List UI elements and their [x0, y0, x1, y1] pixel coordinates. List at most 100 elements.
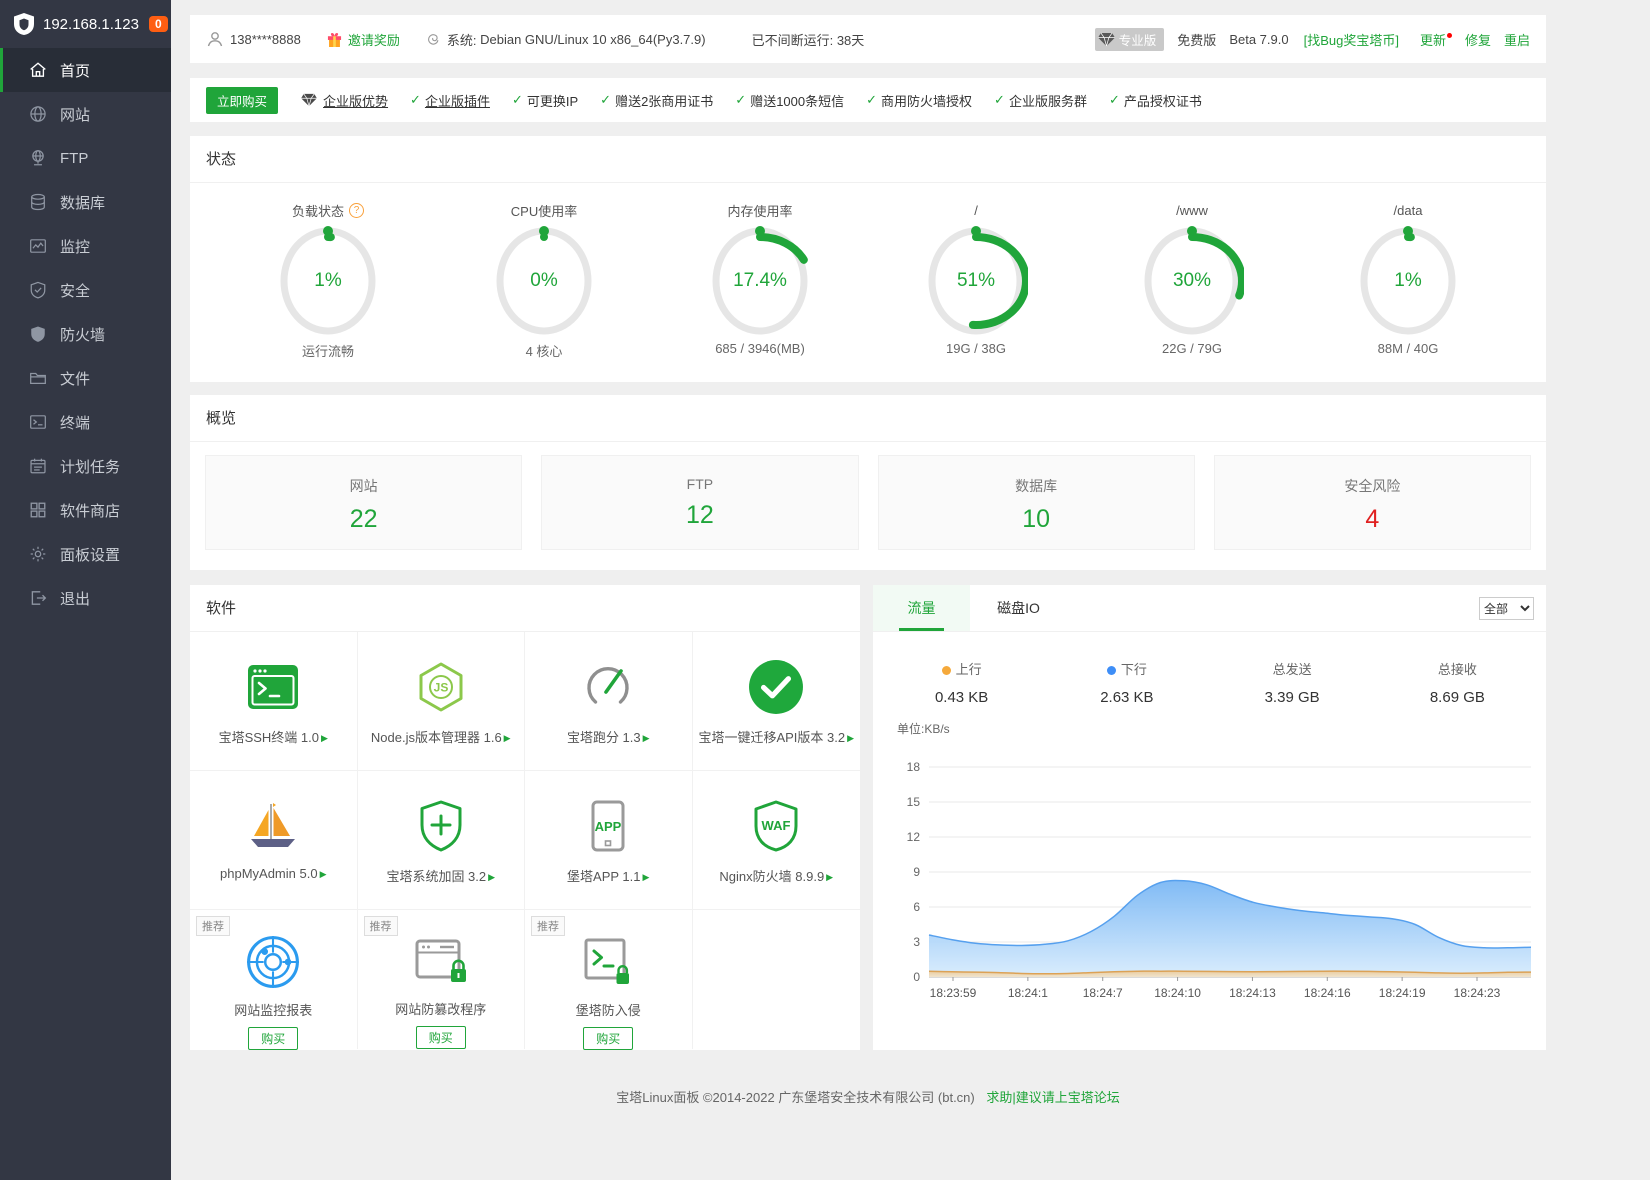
server-ip: 192.168.1.123 [43, 15, 139, 33]
intrusion-icon [582, 936, 634, 988]
software-item-label: 宝塔跑分 1.3 ▶ [566, 730, 650, 745]
overview-box-sites[interactable]: 网站 22 [205, 455, 523, 550]
sidebar-item-terminal[interactable]: 终端 [0, 400, 171, 444]
software-item-phpmyadmin[interactable]: phpMyAdmin 5.0 ▶ [190, 771, 358, 910]
play-icon: ▶ [503, 733, 511, 743]
shield-check-icon [29, 281, 47, 299]
check-icon: ✓ [410, 92, 421, 107]
sidebar-item-security[interactable]: 安全 [0, 268, 171, 312]
promo-feature: ✓ 赠送1000条短信 [735, 91, 844, 110]
software-item-nginx-waf[interactable]: WAF Nginx防火墙 8.9.9 ▶ [692, 771, 860, 910]
sidebar-item-logout[interactable]: 退出 [0, 576, 171, 620]
waf-icon: WAF [750, 798, 802, 854]
software-item-nodejs-manager[interactable]: JS Node.js版本管理器 1.6 ▶ [357, 632, 525, 771]
overview-box-risks[interactable]: 安全风险 4 [1213, 455, 1531, 550]
sidebar-item-soft-store[interactable]: 软件商店 [0, 488, 171, 532]
sidebar-item-crontab[interactable]: 计划任务 [0, 444, 171, 488]
software-card: 软件 宝塔SSH终端 1.0 ▶ JS Node.js版本管理器 1.6 ▶ 宝塔跑分 1… [190, 585, 860, 1050]
sidebar-item-database[interactable]: 数据库 [0, 180, 171, 224]
system-label: 系统: [446, 32, 477, 48]
sidebar-item-label: 面板设置 [60, 546, 121, 564]
tab-traffic[interactable]: 流量 [873, 585, 970, 631]
diamond-icon [300, 93, 318, 107]
chart-range-select[interactable]: 全部 [1479, 597, 1534, 620]
recommend-tag: 推荐 [531, 916, 565, 936]
bug-bounty-link[interactable]: [找Bug奖宝塔币] [1304, 30, 1399, 49]
sidebar-item-firewall[interactable]: 防火墙 [0, 312, 171, 356]
buy-button[interactable]: 购买 [248, 1027, 299, 1050]
legend-item-2: 总发送 3.39 GB [1210, 659, 1375, 706]
help-icon[interactable]: ? [349, 202, 364, 218]
enterprise-advantage-link[interactable]: 企业版优势 [300, 91, 388, 110]
buy-now-button[interactable]: 立即购买 [206, 86, 279, 114]
sidebar-item-site[interactable]: 网站 [0, 92, 171, 136]
legend-dot [941, 665, 951, 675]
overview-box-databases[interactable]: 数据库 10 [877, 455, 1195, 550]
monitor-icon [29, 237, 47, 255]
sidebar-item-home[interactable]: 首页 [0, 48, 171, 92]
play-icon: ▶ [488, 872, 496, 882]
sidebar-item-panel-config[interactable]: 面板设置 [0, 532, 171, 576]
sidebar-item-files[interactable]: 文件 [0, 356, 171, 400]
sidebar-item-ftp[interactable]: FTP [0, 136, 171, 180]
recommended-item-tamper-proof[interactable]: 推荐 网站防篡改程序 购买 [357, 910, 525, 1049]
restart-link[interactable]: 重启 [1504, 30, 1530, 49]
benchmark-icon [582, 659, 634, 715]
chart-legend: 上行 0.43 KB 下行 2.63 KB 总发送 3.39 GB 总接收 8.69 GB [873, 632, 1546, 706]
topbar: 138****8888 邀请奖励 系统: Debian GNU/Linux 10… [190, 15, 1546, 63]
svg-text:18: 18 [907, 760, 921, 774]
software-item-bt-app[interactable]: APP 堡塔APP 1.1 ▶ [525, 771, 693, 910]
nodejs-icon: JS [415, 659, 467, 715]
gauge-subtitle: 685 / 3946(MB) [715, 341, 805, 356]
gauge-subtitle: 19G / 38G [946, 341, 1006, 356]
gauge-value: 51% [956, 270, 996, 291]
gauge-ring: 1% [1354, 225, 1462, 337]
software-item-system-harden[interactable]: 宝塔系统加固 3.2 ▶ [357, 771, 525, 910]
overview-label: 安全风险 [1344, 478, 1401, 494]
sidebar-item-monitor[interactable]: 监控 [0, 224, 171, 268]
check-icon: ✓ [994, 92, 1005, 107]
buy-button[interactable]: 购买 [415, 1026, 466, 1049]
software-empty-cell [692, 910, 860, 1049]
svg-text:APP: APP [595, 819, 622, 834]
play-icon: ▶ [847, 733, 855, 743]
user-account[interactable]: 138****8888 [206, 30, 301, 48]
calendar-icon [29, 457, 47, 475]
gauge-value: 1% [314, 270, 342, 291]
update-link[interactable]: 更新 [1420, 30, 1452, 49]
recommended-item-site-monitor-report[interactable]: 推荐 网站监控报表 购买 [190, 910, 358, 1050]
promo-feature: ✓ 产品授权证书 [1109, 91, 1202, 110]
traffic-card: 流量 磁盘IO 全部 上行 0.43 KB 下行 2.63 KB 总发送 3.39 GB 总… [873, 585, 1546, 1050]
svg-text:12: 12 [907, 830, 921, 844]
beta-version: Beta 7.9.0 [1229, 31, 1289, 47]
invite-reward-link[interactable]: 邀请奖励 [327, 30, 400, 49]
overview-label: 网站 [349, 478, 378, 494]
gauge-value: 0% [530, 270, 558, 291]
phpmyadmin-icon [246, 798, 300, 854]
svg-text:6: 6 [913, 900, 920, 914]
svg-text:18:24:19: 18:24:19 [1379, 986, 1426, 1000]
recommended-item-label: 网站防篡改程序 [395, 1002, 487, 1017]
tab-disk-io[interactable]: 磁盘IO [970, 585, 1067, 631]
chart-tabs: 流量 磁盘IO [873, 585, 1546, 632]
gauge-4: /www 30% 22G / 79G [1084, 199, 1300, 360]
repair-link[interactable]: 修复 [1465, 30, 1491, 49]
gauge-value: 1% [1394, 270, 1422, 291]
software-item-ssh-terminal[interactable]: 宝塔SSH终端 1.0 ▶ [190, 632, 358, 771]
software-item-benchmark[interactable]: 宝塔跑分 1.3 ▶ [525, 632, 693, 771]
svg-text:18:24:1: 18:24:1 [1008, 986, 1048, 1000]
software-item-label: Node.js版本管理器 1.6 ▶ [370, 730, 511, 745]
footer-forum-link[interactable]: 求助|建议请上宝塔论坛 [986, 1090, 1119, 1105]
pro-version-badge[interactable]: 专业版 [1094, 27, 1165, 51]
legend-value: 3.39 GB [1264, 689, 1320, 706]
gauge-subtitle: 22G / 79G [1162, 341, 1222, 356]
overview-value: 10 [1022, 505, 1051, 533]
svg-text:18:24:10: 18:24:10 [1154, 986, 1201, 1000]
message-count-badge[interactable]: 0 [148, 16, 168, 32]
overview-box-ftp[interactable]: FTP 12 [541, 455, 859, 550]
software-item-migrate-api[interactable]: 宝塔一键迁移API版本 3.2 ▶ [692, 632, 860, 771]
recommended-item-anti-intrusion[interactable]: 推荐 堡塔防入侵 购买 [525, 910, 693, 1050]
buy-button[interactable]: 购买 [583, 1027, 634, 1050]
gauge-1: CPU使用率 0% 4 核心 [436, 199, 652, 360]
overview-label: FTP [686, 476, 714, 492]
